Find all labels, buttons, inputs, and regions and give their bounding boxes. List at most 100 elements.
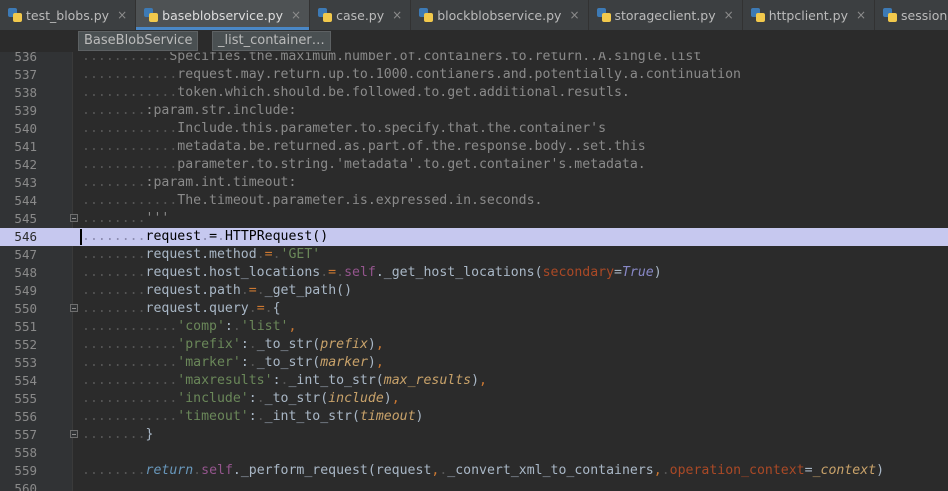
- close-tab-icon[interactable]: ×: [117, 8, 127, 22]
- line-number: 560: [14, 481, 37, 491]
- tab-blockblobservice[interactable]: blockblobservice.py ×: [411, 0, 589, 30]
- tab-httpclient[interactable]: httpclient.py ×: [743, 0, 876, 30]
- fold-marker-icon[interactable]: [70, 430, 78, 438]
- code-text: ........request.host_locations.=.self._g…: [82, 264, 662, 282]
- close-tab-icon[interactable]: ×: [569, 8, 579, 22]
- code-token: .: [272, 247, 281, 262]
- close-tab-icon[interactable]: ×: [392, 8, 402, 22]
- code-token: .: [201, 229, 210, 244]
- code-line[interactable]: 559 ........return.self._perform_request(…: [0, 462, 948, 480]
- code-text: ............metadata.be.returned.as.part…: [82, 138, 646, 156]
- breadcrumb-method[interactable]: _list_container…: [212, 31, 331, 51]
- code-token: self: [201, 463, 233, 478]
- code-token: The.timeout.parameter.is.expressed.in.se…: [177, 193, 543, 208]
- code-token: ........: [82, 247, 146, 262]
- code-line[interactable]: 553 ............'marker':._to_str(marker)…: [0, 354, 948, 372]
- code-line[interactable]: 556 ............'timeout':._int_to_str(ti…: [0, 408, 948, 426]
- tab-test-blobs[interactable]: test_blobs.py ×: [0, 0, 137, 30]
- code-line[interactable]: 547 ........request.method.=.'GET': [0, 246, 948, 264]
- code-line[interactable]: 541 ............metadata.be.returned.as.p…: [0, 138, 948, 156]
- code-token: ............: [82, 121, 178, 136]
- code-token: request.path: [145, 283, 241, 298]
- tab-label: blockblobservice.py: [437, 7, 562, 23]
- code-token: ): [653, 265, 662, 280]
- python-file-icon: [144, 8, 159, 22]
- code-token: marker: [320, 355, 368, 370]
- code-line[interactable]: 554 ............'maxresults':._int_to_str…: [0, 372, 948, 390]
- code-token: ): [383, 391, 392, 406]
- code-line[interactable]: 557........}: [0, 426, 948, 444]
- close-tab-icon[interactable]: ×: [856, 8, 866, 22]
- line-number: 551: [14, 319, 37, 334]
- fold-marker-icon[interactable]: [70, 304, 78, 312]
- code-token: 'marker': [177, 355, 241, 370]
- code-line[interactable]: 544 ............The.timeout.parameter.is.…: [0, 192, 948, 210]
- code-token: 'maxresults': [177, 373, 273, 388]
- tab-label: case.py: [336, 7, 385, 23]
- code-token: 'prefix': [177, 337, 241, 352]
- code-line[interactable]: 543 ........:param.int.timeout:: [0, 174, 948, 192]
- code-token: ............: [82, 337, 178, 352]
- code-token: ............: [82, 319, 178, 334]
- code-text: ........:param.str.include:: [82, 102, 296, 120]
- code-token: ): [471, 373, 480, 388]
- code-token: ,: [375, 355, 384, 370]
- line-number: 537: [14, 67, 37, 82]
- tab-baseblobservice[interactable]: baseblobservice.py ×: [136, 0, 311, 30]
- code-token: _to_str(: [256, 337, 321, 352]
- code-line[interactable]: 555 ............'include':._to_str(includ…: [0, 390, 948, 408]
- code-line[interactable]: 537 ............request.may.return.up.to.…: [0, 66, 948, 84]
- code-text: ........request.query.=.{: [82, 300, 281, 318]
- code-line[interactable]: 538 ............token.which.should.be.fol…: [0, 84, 948, 102]
- code-text: ............token.which.should.be.follow…: [82, 84, 630, 102]
- code-token: .: [193, 463, 202, 478]
- current-code-line[interactable]: 546 ........request.=.HTTPRequest(): [0, 228, 948, 246]
- code-token: ._get_host_locations(: [375, 265, 543, 280]
- code-token: request.host_locations: [145, 265, 321, 280]
- code-text: ............'include':._to_str(include),: [82, 390, 400, 408]
- code-token: {: [272, 301, 281, 316]
- tab-storageclient[interactable]: storageclient.py ×: [589, 0, 743, 30]
- tab-label: httpclient.py: [768, 7, 848, 23]
- code-text: ........request.method.=.'GET': [82, 246, 320, 264]
- code-token: ,: [375, 337, 384, 352]
- code-line[interactable]: 539 ........:param.str.include:: [0, 102, 948, 120]
- code-text: ........:param.int.timeout:: [82, 174, 296, 192]
- code-token: :param.str.include:: [145, 103, 297, 118]
- line-number: 547: [14, 247, 37, 262]
- code-line[interactable]: 550 ........request.query.=.{: [0, 300, 948, 318]
- code-line[interactable]: 551 ............'comp':.'list',: [0, 318, 948, 336]
- code-token: _int_to_str(: [288, 373, 384, 388]
- code-token: =: [209, 229, 218, 244]
- tab-sessions[interactable]: sessions.py×: [875, 0, 948, 30]
- code-line[interactable]: 540 ............Include.this.parameter.to…: [0, 120, 948, 138]
- code-token: ............: [82, 193, 178, 208]
- tab-case[interactable]: case.py ×: [310, 0, 412, 30]
- line-number: 538: [14, 85, 37, 100]
- breadcrumb-class[interactable]: BaseBlobService: [78, 31, 199, 51]
- line-number: 541: [14, 139, 37, 154]
- code-line[interactable]: 548 ........request.host_locations.=.self…: [0, 264, 948, 282]
- code-token: ''': [145, 211, 170, 226]
- code-line[interactable]: 558: [0, 444, 948, 462]
- close-tab-icon[interactable]: ×: [724, 8, 734, 22]
- code-token: =: [328, 265, 337, 280]
- code-line[interactable]: 560: [0, 480, 948, 491]
- fold-marker-icon[interactable]: [70, 214, 78, 222]
- code-token: _int_to_str(: [264, 409, 360, 424]
- line-number: 558: [14, 445, 37, 460]
- code-line[interactable]: 545 ........''': [0, 210, 948, 228]
- python-file-icon: [883, 8, 898, 22]
- code-text: ............'marker':._to_str(marker),: [82, 354, 384, 372]
- code-line[interactable]: 542 ............parameter.to.string.'meta…: [0, 156, 948, 174]
- code-token: request.method: [145, 247, 257, 262]
- code-token: ........: [82, 283, 146, 298]
- line-number: 544: [14, 193, 37, 208]
- code-editor[interactable]: 536 ...........Specifies.the.maximum.numb…: [0, 48, 948, 491]
- line-number: 550: [14, 301, 37, 316]
- code-token: ............: [82, 67, 178, 82]
- code-line[interactable]: 552 ............'prefix':._to_str(prefix)…: [0, 336, 948, 354]
- code-line[interactable]: 549 ........request.path.=._get_path(): [0, 282, 948, 300]
- close-tab-icon[interactable]: ×: [291, 8, 301, 22]
- code-token: .: [240, 283, 249, 298]
